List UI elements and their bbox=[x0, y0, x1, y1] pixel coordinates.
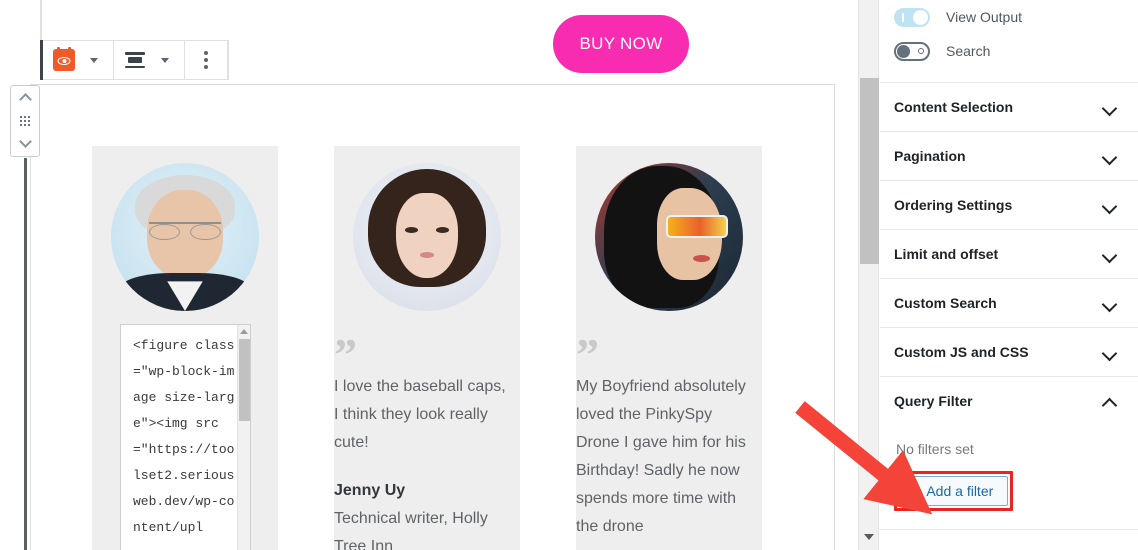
code-scrollbar-thumb[interactable] bbox=[239, 339, 250, 421]
add-filter-label: Add a filter bbox=[926, 483, 994, 499]
accordion-label: Content Selection bbox=[894, 99, 1014, 115]
toggle-row-view-output[interactable]: View Output bbox=[880, 0, 1138, 34]
view-output-label: View Output bbox=[946, 9, 1023, 25]
editor-screen: BUY NOW <figure class="wp-block-image si… bbox=[0, 0, 1138, 550]
testimonial-quote: My Boyfriend absolutely loved the PinkyS… bbox=[576, 378, 746, 536]
testimonial-quote: I love the baseball caps, I think they l… bbox=[334, 378, 506, 452]
chevron-down-icon bbox=[89, 57, 98, 63]
kebab-menu-icon bbox=[204, 51, 208, 69]
testimonial-card-list: <figure class="wp-block-image size-large… bbox=[92, 146, 762, 550]
block-toolbar bbox=[43, 40, 229, 80]
testimonial-author: Jenny Uy bbox=[334, 482, 406, 500]
accordion-item-content-selection: Content Selection bbox=[880, 83, 1138, 132]
accordion-item-custom-search: Custom Search bbox=[880, 279, 1138, 328]
align-button[interactable] bbox=[122, 45, 148, 75]
view-output-toggle[interactable] bbox=[894, 7, 930, 27]
accordion-header-custom-search[interactable]: Custom Search bbox=[880, 279, 1138, 327]
avatar-older-man-glasses-icon bbox=[111, 163, 259, 311]
search-toggle[interactable] bbox=[894, 41, 930, 61]
accordion-item-limit-and-offset: Limit and offset bbox=[880, 230, 1138, 279]
scroll-down-arrow-icon[interactable] bbox=[863, 534, 874, 540]
block-type-dropdown-button[interactable] bbox=[79, 45, 105, 75]
drag-block-handle[interactable] bbox=[13, 112, 37, 130]
avatar-woman-sunglasses-icon bbox=[595, 163, 743, 311]
accordion-item-ordering-settings: Ordering Settings bbox=[880, 181, 1138, 230]
chevron-down-icon bbox=[20, 138, 30, 148]
chevron-up-icon bbox=[20, 94, 30, 104]
code-panel-scrollbar[interactable] bbox=[237, 325, 250, 550]
block-mover bbox=[10, 85, 40, 157]
html-code-panel[interactable]: <figure class="wp-block-image size-large… bbox=[120, 324, 251, 550]
testimonial-body: ” My Boyfriend absolutely loved the Pink… bbox=[576, 328, 762, 541]
accordion-header-content-selection[interactable]: Content Selection bbox=[880, 83, 1138, 131]
accordion-label: Custom JS and CSS bbox=[894, 344, 1029, 360]
testimonial-card[interactable]: ” I love the baseball caps, I think they… bbox=[334, 146, 520, 550]
accordion-header-ordering-settings[interactable]: Ordering Settings bbox=[880, 181, 1138, 229]
chevron-down-icon bbox=[160, 57, 169, 63]
page-scrollbar[interactable] bbox=[858, 0, 879, 550]
block-canvas: <figure class="wp-block-image size-large… bbox=[30, 84, 835, 550]
testimonial-card[interactable]: ” My Boyfriend absolutely loved the Pink… bbox=[576, 146, 762, 550]
settings-accordion: Content Selection Pagination Ordering Se… bbox=[880, 82, 1138, 530]
chevron-down-icon bbox=[1103, 346, 1116, 359]
avatar-figure bbox=[576, 146, 762, 328]
accordion-label: Ordering Settings bbox=[894, 197, 1013, 213]
quote-mark-icon: ” bbox=[576, 329, 599, 380]
avatar-figure bbox=[92, 146, 278, 328]
accordion-label: Query Filter bbox=[894, 393, 973, 409]
align-dropdown-button[interactable] bbox=[150, 45, 176, 75]
chevron-down-icon bbox=[1103, 248, 1116, 261]
testimonial-card[interactable]: <figure class="wp-block-image size-large… bbox=[92, 146, 278, 550]
move-block-up-button[interactable] bbox=[13, 90, 37, 108]
accordion-item-query-filter: Query Filter No filters set + Add a filt… bbox=[880, 377, 1138, 530]
scroll-up-arrow-icon[interactable] bbox=[240, 329, 248, 334]
toolbar-group-alignment bbox=[114, 41, 185, 79]
toggle-row-search[interactable]: Search bbox=[880, 34, 1138, 68]
avatar-figure bbox=[334, 146, 520, 328]
quote-mark-icon: ” bbox=[334, 329, 357, 380]
chevron-down-icon bbox=[1103, 297, 1116, 310]
plus-icon: + bbox=[912, 482, 922, 499]
add-filter-button[interactable]: + Add a filter bbox=[899, 476, 1009, 506]
accordion-label: Limit and offset bbox=[894, 246, 999, 262]
toolbar-group-block-type bbox=[43, 41, 114, 79]
accordion-header-pagination[interactable]: Pagination bbox=[880, 132, 1138, 180]
testimonial-body: ” I love the baseball caps, I think they… bbox=[334, 328, 520, 550]
move-block-down-button[interactable] bbox=[13, 134, 37, 152]
no-filters-message: No filters set bbox=[896, 441, 974, 457]
query-filter-body: No filters set + Add a filter bbox=[880, 425, 1138, 529]
accordion-header-custom-js-and-css[interactable]: Custom JS and CSS bbox=[880, 328, 1138, 376]
toolbar-group-more bbox=[185, 41, 228, 79]
testimonial-role: Technical writer, Holly Tree Inn bbox=[334, 510, 488, 550]
views-block-button[interactable] bbox=[51, 45, 77, 75]
accordion-header-query-filter[interactable]: Query Filter bbox=[880, 377, 1138, 425]
buy-now-button[interactable]: BUY NOW bbox=[553, 15, 689, 73]
accordion-item-pagination: Pagination bbox=[880, 132, 1138, 181]
chevron-up-icon bbox=[1103, 395, 1116, 408]
avatar-woman-dark-hair-icon bbox=[353, 163, 501, 311]
align-center-icon bbox=[125, 52, 145, 68]
views-eye-icon bbox=[53, 47, 75, 71]
chevron-down-icon bbox=[1103, 101, 1116, 114]
accordion-header-limit-and-offset[interactable]: Limit and offset bbox=[880, 230, 1138, 278]
more-options-button[interactable] bbox=[193, 45, 219, 75]
chevron-down-icon bbox=[1103, 150, 1116, 163]
block-outline-bar bbox=[24, 158, 27, 550]
page-scrollbar-thumb[interactable] bbox=[860, 78, 879, 264]
drag-dots-icon bbox=[20, 116, 30, 126]
html-code-text: <figure class="wp-block-image size-large… bbox=[133, 338, 235, 535]
editor-pane: BUY NOW <figure class="wp-block-image si… bbox=[0, 0, 858, 550]
search-label: Search bbox=[946, 43, 991, 59]
accordion-item-custom-js-and-css: Custom JS and CSS bbox=[880, 328, 1138, 377]
accordion-label: Pagination bbox=[894, 148, 966, 164]
settings-sidebar: View Output Search Content Selection Pag… bbox=[880, 0, 1138, 550]
accordion-label: Custom Search bbox=[894, 295, 997, 311]
add-filter-highlight: + Add a filter bbox=[894, 471, 1014, 511]
chevron-down-icon bbox=[1103, 199, 1116, 212]
